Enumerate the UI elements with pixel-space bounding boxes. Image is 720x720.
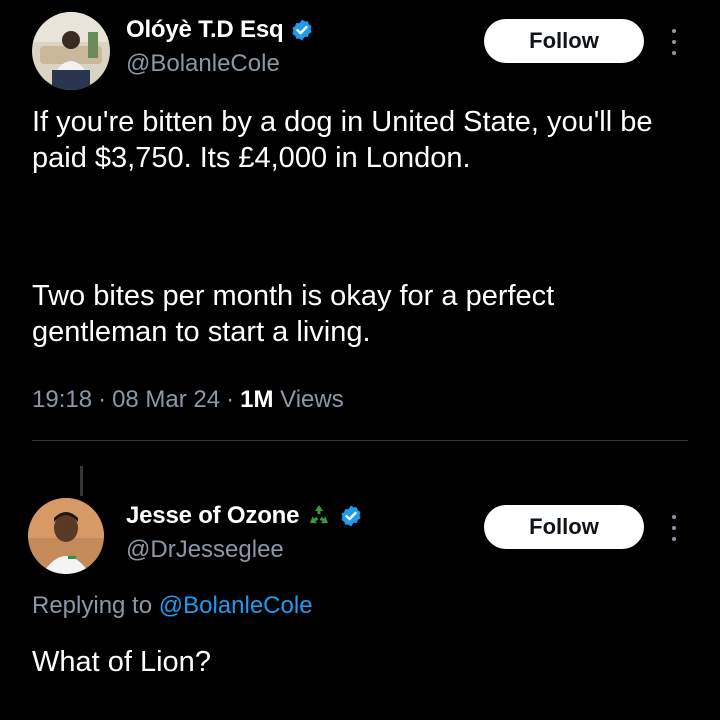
views-count: 1M <box>240 386 274 413</box>
follow-button[interactable]: Follow <box>484 505 644 549</box>
verified-badge-icon <box>290 18 314 42</box>
divider <box>32 440 688 441</box>
tweet-text-paragraph: If you're bitten by a dog in United Stat… <box>32 106 653 174</box>
main-tweet[interactable]: Olóyè T.D Esq @BolanleCole Follow If you… <box>0 0 720 462</box>
meta-separator: · <box>98 386 107 413</box>
recycle-icon <box>306 503 332 529</box>
reply-author-display-name[interactable]: Jesse of Ozone <box>126 502 299 530</box>
reply-author-handle[interactable]: @DrJesseglee <box>126 536 284 564</box>
author-display-name[interactable]: Olóyè T.D Esq <box>126 16 284 44</box>
replying-to-prefix: Replying to <box>32 592 153 619</box>
author-handle[interactable]: @BolanleCole <box>126 50 280 78</box>
reply-tweet[interactable]: Jesse of Ozone @DrJesseglee Follow Reply… <box>0 478 720 720</box>
more-options-icon[interactable] <box>668 513 680 543</box>
tweet-time[interactable]: 19:18 <box>32 386 92 414</box>
verified-badge-icon <box>339 504 363 528</box>
meta-separator: · <box>226 386 235 413</box>
reply-text: What of Lion? <box>32 646 211 678</box>
reply-author-name-row: Jesse of Ozone <box>126 502 363 530</box>
reply-author-avatar[interactable] <box>28 498 104 574</box>
replying-to-line: Replying to @BolanleCole <box>32 592 313 620</box>
more-options-icon[interactable] <box>668 27 680 57</box>
tweet-date[interactable]: 08 Mar 24 <box>112 386 220 414</box>
tweet-metadata: 19:18 · 08 Mar 24 · 1M Views <box>32 386 344 414</box>
tweet-text-paragraph: Two bites per month is okay for a perfec… <box>32 280 555 348</box>
follow-button[interactable]: Follow <box>484 19 644 63</box>
author-avatar[interactable] <box>32 12 110 90</box>
replying-to-mention-link[interactable]: @BolanleCole <box>159 592 313 619</box>
views-label: Views <box>280 386 344 413</box>
author-name-row: Olóyè T.D Esq <box>126 16 314 44</box>
